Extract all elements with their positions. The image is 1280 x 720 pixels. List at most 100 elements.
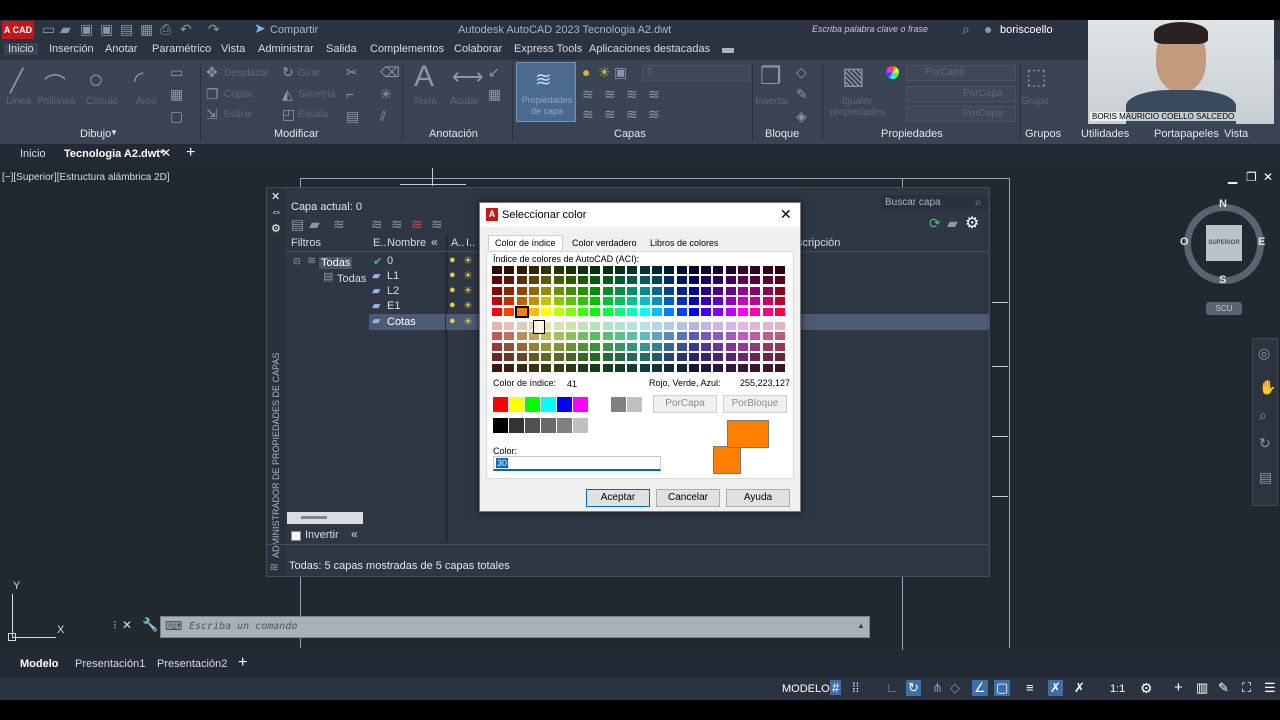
aci-color-cell[interactable] bbox=[750, 363, 761, 372]
aci-color-cell[interactable] bbox=[627, 297, 638, 306]
lineweight-dropdown[interactable]: PorCapa bbox=[906, 106, 1016, 122]
aci-color-cell[interactable] bbox=[492, 322, 502, 330]
user-name[interactable]: boriscoello bbox=[1000, 24, 1053, 36]
aci-color-cell[interactable] bbox=[738, 276, 748, 285]
layout-tab-model[interactable]: Modelo bbox=[20, 658, 59, 670]
layer-search-input[interactable]: Buscar capa ⌕ bbox=[881, 195, 987, 211]
layer-tool-icon[interactable]: ≋ bbox=[648, 86, 660, 103]
panel-anotacion[interactable]: Anotación bbox=[429, 128, 478, 140]
aci-color-cell[interactable] bbox=[651, 342, 662, 351]
units-icon[interactable]: ▥ bbox=[1196, 680, 1208, 696]
aci-color-cell[interactable] bbox=[725, 266, 736, 274]
autohide-icon[interactable]: ⇔ bbox=[271, 206, 282, 218]
aci-color-cell[interactable] bbox=[676, 286, 687, 295]
aci-color-cell[interactable] bbox=[701, 286, 712, 295]
aci-color-cell[interactable] bbox=[541, 266, 552, 274]
layer-name[interactable]: 0 bbox=[387, 255, 393, 267]
gear-icon[interactable]: ⚙ bbox=[271, 222, 281, 235]
tool-arco[interactable]: Arco bbox=[136, 96, 157, 107]
aci-color-cell[interactable] bbox=[553, 286, 564, 295]
aci-color-cell[interactable] bbox=[725, 322, 736, 330]
aci-color-cell[interactable] bbox=[713, 363, 724, 372]
new-layer-vp-icon[interactable]: ≋ bbox=[391, 216, 403, 233]
otrack-icon[interactable]: ∠ bbox=[972, 680, 988, 696]
aci-color-cell[interactable] bbox=[750, 332, 761, 341]
aci-color-cell[interactable] bbox=[639, 353, 650, 362]
aci-color-cell[interactable] bbox=[615, 307, 625, 316]
tab-salida[interactable]: Salida bbox=[326, 43, 357, 55]
aci-color-cell[interactable] bbox=[738, 363, 748, 372]
aci-color-cell[interactable] bbox=[553, 363, 564, 372]
aci-color-cell[interactable] bbox=[565, 353, 576, 362]
aci-color-cell[interactable] bbox=[492, 363, 502, 372]
gear-icon[interactable]: ⚙ bbox=[965, 213, 979, 233]
aci-color-cell[interactable] bbox=[738, 332, 748, 341]
aci-color-cell[interactable] bbox=[578, 353, 589, 362]
aci-color-cell[interactable] bbox=[590, 322, 601, 330]
aci-color-cell[interactable] bbox=[701, 332, 712, 341]
close-commandline-icon[interactable]: ⁝ bbox=[113, 618, 117, 632]
aci-color-cell[interactable] bbox=[688, 353, 699, 362]
aci-color-cell[interactable] bbox=[701, 322, 712, 330]
restore-viewport-icon[interactable]: ❐ bbox=[1246, 170, 1257, 184]
aci-color-cell[interactable] bbox=[688, 363, 699, 372]
explode-icon[interactable]: ✳ bbox=[380, 86, 392, 103]
standard-color-swatch[interactable] bbox=[525, 397, 540, 412]
layer-tool-icon[interactable]: ≋ bbox=[604, 86, 616, 103]
tool-escala[interactable]: Escala bbox=[298, 109, 328, 120]
dialog-titlebar[interactable]: A Seleccionar color ✕ bbox=[480, 203, 800, 227]
panel-bloque[interactable]: Bloque bbox=[765, 128, 799, 140]
aci-color-cell[interactable] bbox=[492, 297, 502, 306]
ortho-icon[interactable]: ∟ bbox=[886, 680, 899, 695]
aci-color-cell[interactable] bbox=[664, 307, 675, 316]
layer-dropdown[interactable]: 0 bbox=[642, 65, 750, 81]
aci-color-cell[interactable] bbox=[639, 332, 650, 341]
layer-freeze-icon[interactable]: ☀ bbox=[598, 64, 611, 81]
aci-color-cell[interactable] bbox=[553, 307, 564, 316]
aci-color-cell[interactable] bbox=[578, 266, 589, 274]
lightbulb-icon[interactable]: ● bbox=[449, 284, 456, 296]
aci-color-cell[interactable] bbox=[504, 363, 515, 372]
close-icon[interactable]: ✕ bbox=[122, 618, 132, 632]
aci-color-cell[interactable] bbox=[750, 322, 761, 330]
aci-color-cell[interactable] bbox=[664, 342, 675, 351]
standard-color-swatch[interactable] bbox=[509, 397, 524, 412]
grid-icon[interactable]: # bbox=[830, 680, 842, 695]
aci-color-cell[interactable] bbox=[774, 353, 785, 362]
aci-color-cell[interactable] bbox=[578, 286, 589, 295]
lineweight-icon[interactable]: ≡ bbox=[1026, 680, 1034, 695]
aci-color-cell[interactable] bbox=[602, 266, 613, 274]
trim-icon[interactable]: ✂ bbox=[346, 64, 358, 81]
aci-color-cell[interactable] bbox=[565, 266, 576, 274]
aci-color-cell[interactable] bbox=[615, 342, 625, 351]
aci-color-cell[interactable] bbox=[541, 297, 552, 306]
plus-icon[interactable]: + bbox=[1174, 679, 1183, 696]
region-icon[interactable]: ▢ bbox=[170, 108, 183, 125]
layer-tool-icon[interactable]: ≋ bbox=[626, 86, 638, 103]
lightbulb-icon[interactable]: ● bbox=[449, 299, 456, 311]
aci-color-cell[interactable] bbox=[725, 286, 736, 295]
aci-color-cell[interactable] bbox=[725, 363, 736, 372]
aci-color-cell[interactable] bbox=[492, 307, 502, 316]
tool-acotar[interactable]: Acotar bbox=[450, 96, 479, 107]
aci-color-cell[interactable] bbox=[578, 297, 589, 306]
aci-color-cell[interactable] bbox=[664, 266, 675, 274]
tab-parametrico[interactable]: Paramétrico bbox=[152, 43, 211, 55]
aci-color-cell[interactable] bbox=[504, 353, 515, 362]
filter-todas[interactable]: Todas bbox=[319, 257, 353, 269]
new-filter-icon[interactable]: ▤ bbox=[291, 216, 304, 233]
layout-tab-1[interactable]: Presentación1 bbox=[75, 658, 145, 670]
aci-color-cell[interactable] bbox=[762, 286, 773, 295]
aci-color-cell[interactable] bbox=[504, 342, 515, 351]
col-nombre[interactable]: Nombre bbox=[387, 237, 426, 249]
aci-color-cell[interactable] bbox=[528, 307, 539, 316]
doc-tab-active[interactable]: Tecnologia A2.dwt* bbox=[64, 148, 164, 160]
tool-texto[interactable]: Texto bbox=[413, 96, 437, 107]
aci-color-cell[interactable] bbox=[762, 363, 773, 372]
aci-color-cell[interactable] bbox=[664, 276, 675, 285]
aci-color-cell[interactable] bbox=[528, 342, 539, 351]
aci-color-cell[interactable] bbox=[774, 363, 785, 372]
aci-color-cell[interactable] bbox=[590, 332, 601, 341]
help-button[interactable]: Ayuda bbox=[726, 489, 790, 507]
text-icon[interactable]: A bbox=[414, 60, 434, 94]
